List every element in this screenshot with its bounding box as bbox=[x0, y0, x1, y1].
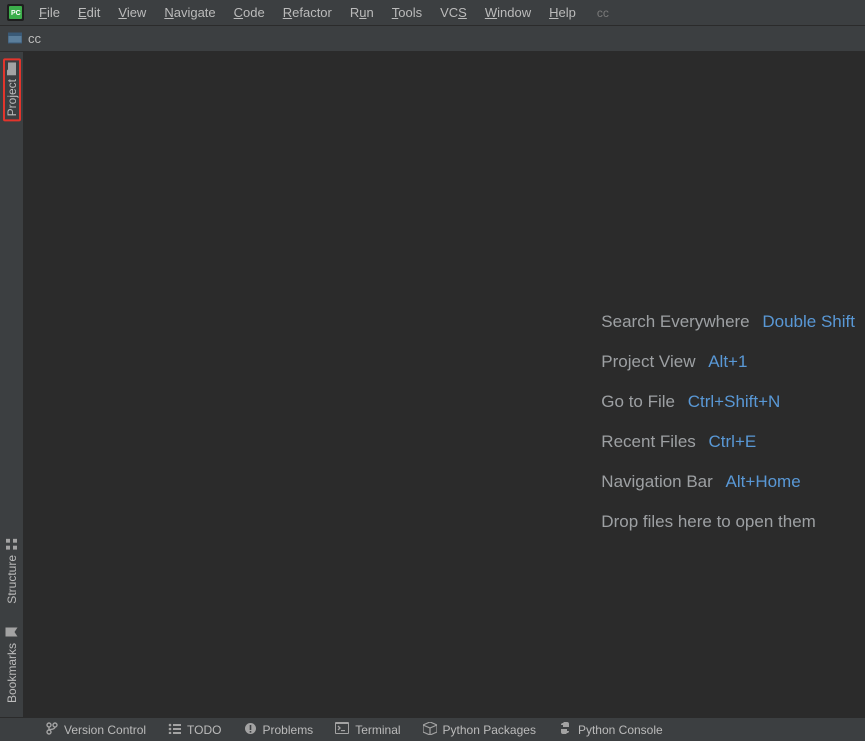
status-bar: Version Control TODO Problems Terminal P… bbox=[0, 717, 865, 741]
tool-window-structure[interactable]: Structure bbox=[3, 535, 21, 608]
status-todo[interactable]: TODO bbox=[168, 723, 221, 737]
svg-text:PC: PC bbox=[11, 10, 21, 17]
bookmark-icon bbox=[6, 627, 18, 636]
packages-icon bbox=[423, 722, 437, 738]
shortcut: Double Shift bbox=[762, 312, 855, 331]
tip-project-view[interactable]: Project View Alt+1 bbox=[601, 352, 747, 372]
menu-navigate[interactable]: Navigate bbox=[155, 2, 224, 23]
terminal-icon bbox=[335, 722, 349, 737]
menu-help[interactable]: Help bbox=[540, 2, 585, 23]
project-name-tag: cc bbox=[597, 6, 609, 20]
menu-tools[interactable]: Tools bbox=[383, 2, 431, 23]
menu-file[interactable]: File bbox=[30, 2, 69, 23]
module-icon bbox=[8, 32, 22, 46]
tool-label: Structure bbox=[5, 555, 19, 604]
editor-empty-state[interactable]: Search Everywhere Double Shift Project V… bbox=[24, 52, 865, 717]
list-icon bbox=[168, 723, 181, 737]
tool-window-project[interactable]: Project bbox=[3, 58, 21, 121]
left-tool-gutter: Project Structure Bookmarks bbox=[0, 52, 24, 717]
python-icon bbox=[558, 721, 572, 738]
tip-drop-files: Drop files here to open them bbox=[601, 512, 816, 532]
empty-state-tips: Search Everywhere Double Shift Project V… bbox=[601, 312, 855, 532]
menu-refactor[interactable]: Refactor bbox=[274, 2, 341, 23]
tip-go-to-file[interactable]: Go to File Ctrl+Shift+N bbox=[601, 392, 780, 412]
menu-view[interactable]: View bbox=[109, 2, 155, 23]
status-terminal[interactable]: Terminal bbox=[335, 722, 400, 737]
structure-icon bbox=[6, 539, 17, 550]
shortcut: Alt+1 bbox=[708, 352, 747, 371]
menu-window[interactable]: Window bbox=[476, 2, 540, 23]
shortcut: Ctrl+E bbox=[709, 432, 757, 451]
navigation-bar[interactable]: cc bbox=[0, 25, 865, 52]
status-problems[interactable]: Problems bbox=[244, 722, 314, 738]
status-python-console[interactable]: Python Console bbox=[558, 721, 663, 738]
status-version-control[interactable]: Version Control bbox=[46, 722, 146, 738]
folder-icon bbox=[6, 62, 17, 75]
menu-code[interactable]: Code bbox=[225, 2, 274, 23]
tip-recent-files[interactable]: Recent Files Ctrl+E bbox=[601, 432, 756, 452]
branch-icon bbox=[46, 722, 58, 738]
menu-run[interactable]: Run bbox=[341, 2, 383, 23]
tip-search-everywhere[interactable]: Search Everywhere Double Shift bbox=[601, 312, 855, 332]
menu-edit[interactable]: Edit bbox=[69, 2, 109, 23]
main-area: Project Structure Bookmarks Search Every… bbox=[0, 52, 865, 717]
menu-vcs[interactable]: VCS bbox=[431, 2, 476, 23]
tool-label: Project bbox=[5, 79, 19, 116]
breadcrumb-project[interactable]: cc bbox=[28, 31, 41, 46]
shortcut: Alt+Home bbox=[726, 472, 801, 491]
status-python-packages[interactable]: Python Packages bbox=[423, 722, 536, 738]
menu-bar: PC File Edit View Navigate Code Refactor… bbox=[0, 0, 865, 25]
warning-icon bbox=[244, 722, 257, 738]
tool-window-bookmarks[interactable]: Bookmarks bbox=[3, 622, 21, 707]
shortcut: Ctrl+Shift+N bbox=[688, 392, 781, 411]
tool-label: Bookmarks bbox=[5, 643, 19, 703]
app-icon: PC bbox=[6, 4, 24, 22]
tip-navigation-bar[interactable]: Navigation Bar Alt+Home bbox=[601, 472, 800, 492]
